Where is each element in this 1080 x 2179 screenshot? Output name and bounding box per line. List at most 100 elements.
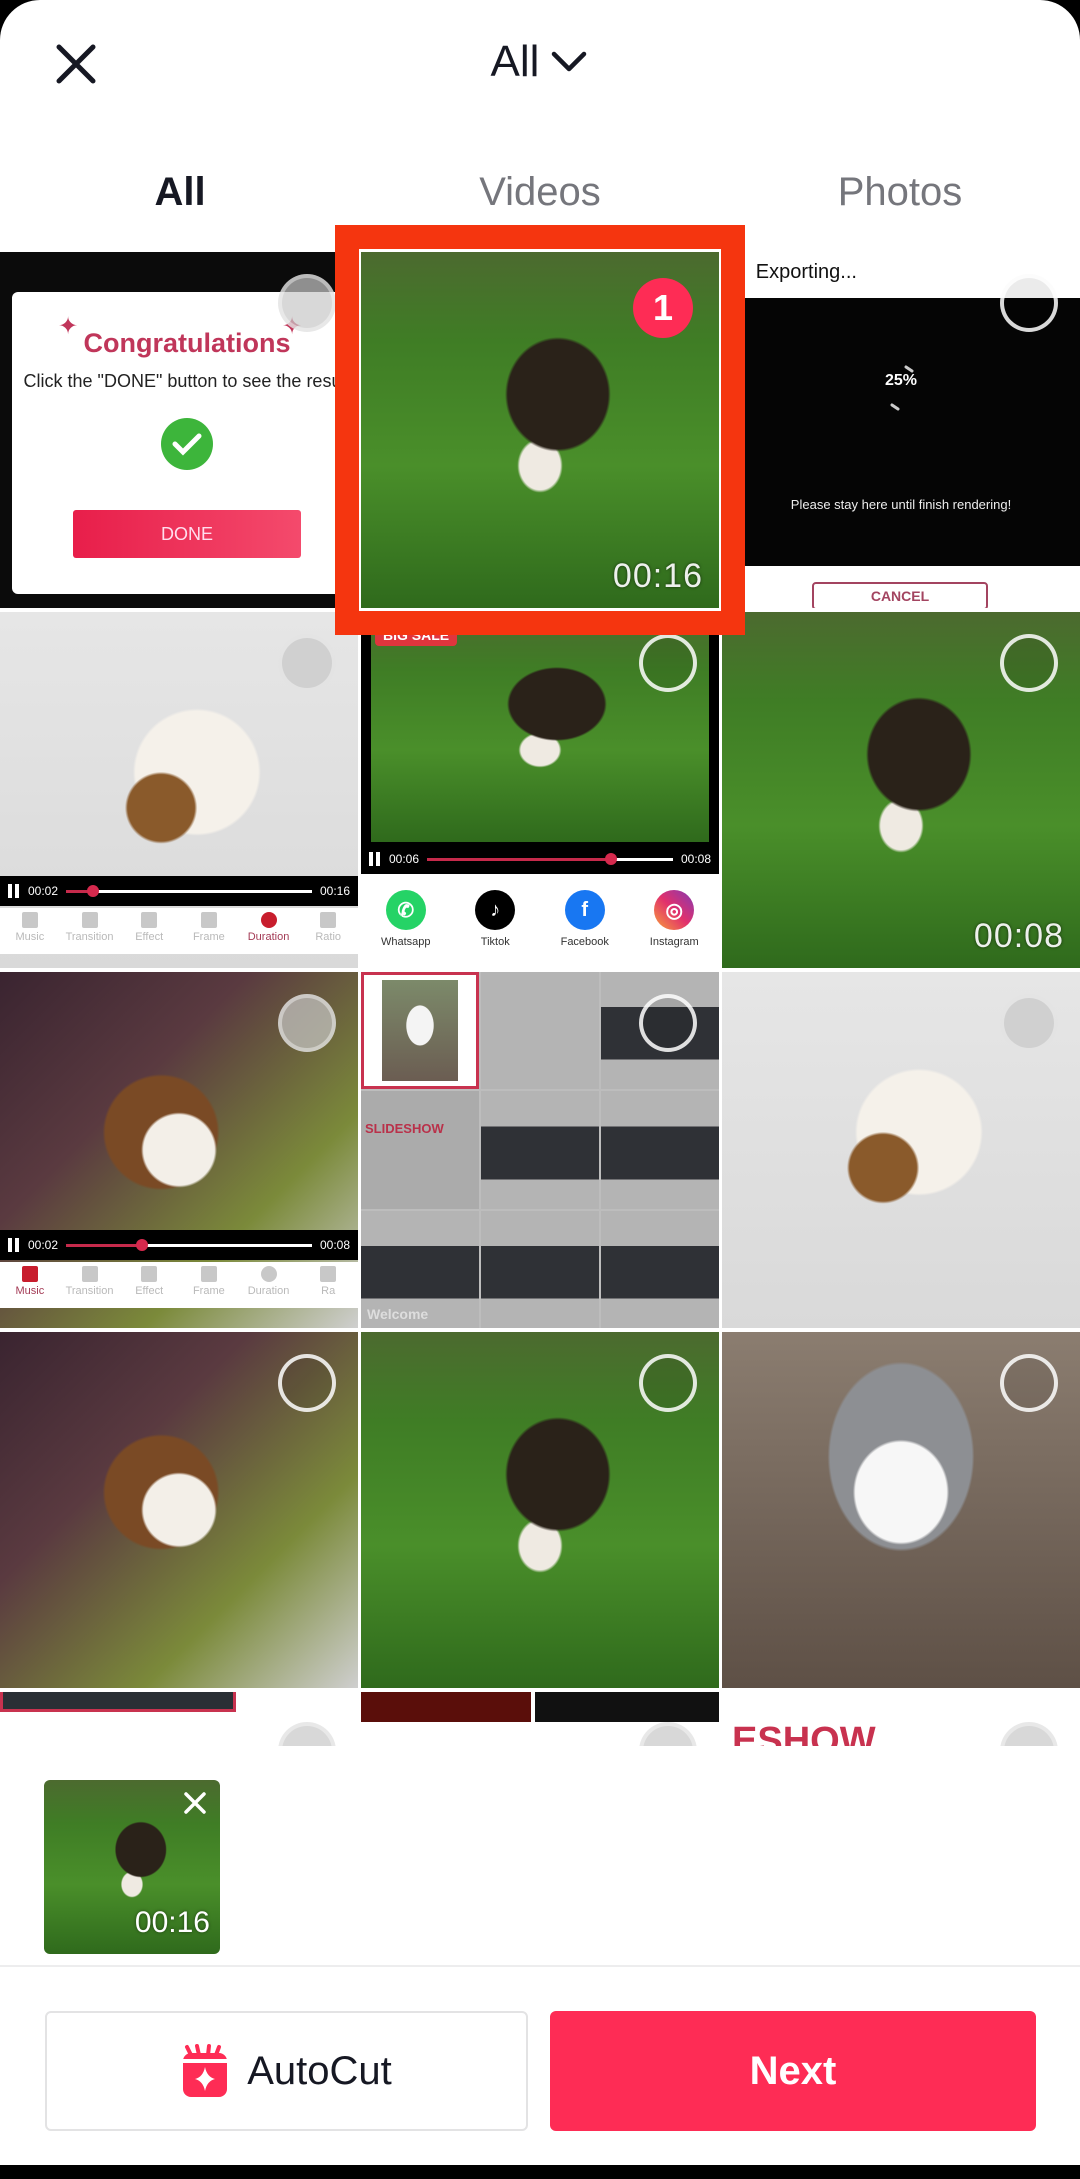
media-item-editor-screenshot[interactable]: 00:02 00:16 Music Transition Effect Fram… xyxy=(0,612,358,968)
media-item-partial[interactable] xyxy=(0,1692,358,1746)
select-circle[interactable] xyxy=(1000,274,1058,332)
current-time: 00:02 xyxy=(28,1238,59,1252)
share-tiktok: ♪ Tiktok xyxy=(455,890,535,948)
media-item-exporting-screenshot[interactable]: ‹ Exporting... 25% Please stay here unti… xyxy=(722,252,1080,608)
media-picker-screen: All All Videos Photos ✦ ✦ Congratulation… xyxy=(0,0,1080,2165)
select-circle[interactable] xyxy=(1000,994,1058,1052)
cancel-button-preview: CANCEL xyxy=(812,582,988,608)
playback-bar: 00:02 00:16 xyxy=(0,876,358,906)
remove-selected-button[interactable] xyxy=(180,1788,210,1818)
sparkle-icon: ✦ xyxy=(58,313,79,340)
autocut-icon xyxy=(183,2044,228,2097)
tool-frame: Frame xyxy=(179,908,239,954)
share-whatsapp: ✆ Whatsapp xyxy=(366,890,446,948)
select-circle[interactable] xyxy=(278,994,336,1052)
check-icon xyxy=(161,418,213,470)
welcome-text: Welcome xyxy=(367,1306,429,1322)
congrats-dialog: ✦ ✦ Congratulations Click the "DONE" but… xyxy=(12,292,358,594)
next-button[interactable]: Next xyxy=(550,2011,1036,2131)
total-time: 00:08 xyxy=(680,852,711,866)
playback-bar: 00:06 00:08 xyxy=(361,844,719,874)
slideshow-label: SLIDESHOW xyxy=(365,1121,444,1137)
pause-icon xyxy=(369,852,381,866)
select-circle[interactable] xyxy=(639,1722,697,1746)
back-icon: ‹ xyxy=(738,261,756,283)
share-targets: ✆ Whatsapp ♪ Tiktok f Facebook ◎ Instagram xyxy=(361,890,719,948)
selection-index-badge[interactable]: 1 xyxy=(633,278,693,338)
media-item-photo[interactable] xyxy=(0,1332,358,1688)
frame-icon xyxy=(200,912,217,928)
current-time: 00:02 xyxy=(28,884,59,898)
media-grid: ✦ ✦ Congratulations Click the "DONE" but… xyxy=(0,252,1080,1746)
whatsapp-icon: ✆ xyxy=(385,890,426,930)
clock-icon xyxy=(260,912,277,928)
done-button-preview: DONE xyxy=(73,510,301,558)
media-type-tabs: All Videos Photos xyxy=(0,160,1080,224)
tool-effect: Effect xyxy=(119,908,179,954)
select-circle[interactable] xyxy=(639,1354,697,1412)
tab-videos[interactable]: Videos xyxy=(360,160,720,224)
playback-knob xyxy=(136,1238,149,1251)
export-message: Please stay here until finish rendering! xyxy=(790,497,1012,512)
tab-all[interactable]: All xyxy=(0,160,360,224)
select-circle[interactable] xyxy=(278,634,336,692)
tab-photos[interactable]: Photos xyxy=(720,160,1080,224)
current-time: 00:06 xyxy=(389,852,420,866)
music-icon xyxy=(21,912,38,928)
effect-icon xyxy=(141,1266,158,1282)
total-time: 00:16 xyxy=(319,884,350,898)
select-circle[interactable] xyxy=(278,1722,336,1746)
tool-duration: Duration xyxy=(239,908,299,954)
album-dropdown[interactable]: All xyxy=(0,30,1080,94)
playback-bar: 00:02 00:08 xyxy=(0,1230,358,1260)
tool-ratio: Ra xyxy=(298,1262,358,1308)
divider xyxy=(0,1965,1080,1967)
export-header: Exporting... xyxy=(755,261,857,283)
media-item-photo[interactable] xyxy=(722,972,1080,1328)
media-item-editor-screenshot[interactable]: 00:02 00:08 Music Transition Effect Fram… xyxy=(0,972,358,1328)
media-item-photo[interactable] xyxy=(361,1332,719,1688)
share-instagram: ◎ Instagram xyxy=(634,890,714,948)
tiktok-icon: ♪ xyxy=(475,890,516,930)
playback-knob xyxy=(605,852,618,865)
music-icon xyxy=(21,1266,38,1282)
slideshow-logo-text: ESHOW xyxy=(732,1720,876,1746)
select-circle[interactable] xyxy=(278,274,336,332)
congrats-subtitle: Click the "DONE" button to see the resul… xyxy=(23,371,351,391)
media-item-partial[interactable]: ESHOW xyxy=(722,1692,1080,1746)
instagram-icon: ◎ xyxy=(654,890,695,930)
effect-icon xyxy=(141,912,158,928)
ratio-icon xyxy=(320,1266,337,1282)
media-item-video-selected[interactable]: 1 00:16 xyxy=(361,252,719,608)
clock-icon xyxy=(260,1266,277,1282)
select-circle[interactable] xyxy=(1000,1722,1058,1746)
select-circle[interactable] xyxy=(278,1354,336,1412)
share-facebook: f Facebook xyxy=(545,890,625,948)
playback-knob xyxy=(87,884,100,897)
total-time: 00:08 xyxy=(319,1238,350,1252)
selected-item-thumbnail[interactable]: 00:16 xyxy=(44,1780,220,1954)
album-title: All xyxy=(490,37,540,86)
media-item-congrats-screenshot[interactable]: ✦ ✦ Congratulations Click the "DONE" but… xyxy=(0,252,358,608)
playback-fill xyxy=(66,1243,143,1247)
frame-icon xyxy=(200,1266,217,1282)
video-duration: 00:16 xyxy=(612,557,703,595)
tool-ratio: Ratio xyxy=(298,908,358,954)
select-circle[interactable] xyxy=(1000,1354,1058,1412)
media-item-share-screenshot[interactable]: BIG SALE 00:06 00:08 ✆ Whatsapp ♪ Tiktok f… xyxy=(361,612,719,968)
media-item-partial[interactable] xyxy=(361,1692,719,1746)
next-label: Next xyxy=(749,2048,837,2093)
select-circle[interactable] xyxy=(1000,634,1058,692)
autocut-button[interactable]: AutoCut xyxy=(45,2011,528,2131)
facebook-icon: f xyxy=(564,890,605,930)
pause-icon xyxy=(8,1238,20,1252)
media-item-video[interactable]: 00:08 xyxy=(722,612,1080,968)
media-item-photo[interactable] xyxy=(722,1332,1080,1688)
tool-frame: Frame xyxy=(179,1262,239,1308)
select-circle[interactable] xyxy=(639,994,697,1052)
playback-fill xyxy=(427,857,612,861)
media-item-collage-screenshot[interactable]: SLIDESHOW Welcome xyxy=(361,972,719,1328)
select-circle[interactable] xyxy=(639,634,697,692)
tool-transition: Transition xyxy=(60,908,120,954)
chevron-down-icon xyxy=(552,51,587,72)
